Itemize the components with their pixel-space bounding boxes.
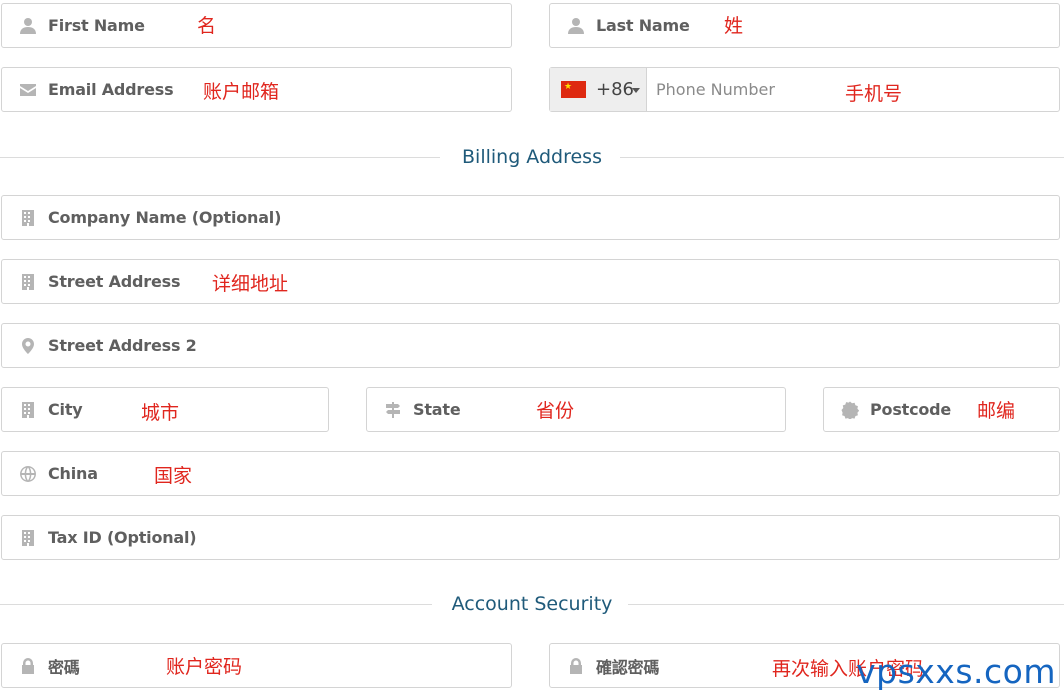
last-name-placeholder: Last Name bbox=[596, 16, 690, 35]
company-field[interactable]: Company Name (Optional) bbox=[1, 195, 1060, 240]
postcode-note: 邮编 bbox=[977, 400, 1016, 422]
watermark-text: vpsxxs.com bbox=[856, 652, 1056, 691]
country-note: 国家 bbox=[154, 465, 193, 487]
lock-icon bbox=[19, 644, 37, 687]
city-placeholder: City bbox=[48, 400, 83, 419]
billing-section-title: Billing Address bbox=[462, 146, 602, 168]
map-marker-icon bbox=[19, 324, 37, 367]
globe-icon bbox=[19, 452, 37, 495]
confirm-password-placeholder: 確認密碼 bbox=[596, 657, 660, 677]
email-placeholder: Email Address bbox=[48, 80, 174, 99]
state-placeholder: State bbox=[413, 400, 461, 419]
postcode-field[interactable]: Postcode bbox=[823, 387, 1060, 432]
street-address-field[interactable]: Street Address bbox=[1, 259, 1060, 304]
phone-placeholder: Phone Number bbox=[656, 80, 775, 99]
china-flag-icon: ★ bbox=[561, 81, 586, 98]
password-note: 账户密码 bbox=[166, 656, 243, 678]
street-address-placeholder: Street Address bbox=[48, 272, 181, 291]
first-name-note: 名 bbox=[197, 15, 217, 37]
building-icon bbox=[19, 516, 37, 559]
security-section-header: Account Security bbox=[0, 589, 1064, 619]
building-icon bbox=[19, 260, 37, 303]
password-placeholder: 密碼 bbox=[48, 657, 80, 677]
tax-id-placeholder: Tax ID (Optional) bbox=[48, 528, 197, 547]
email-note: 账户邮箱 bbox=[203, 81, 280, 103]
envelope-icon bbox=[19, 68, 37, 111]
phone-note: 手机号 bbox=[845, 83, 903, 105]
building-icon bbox=[19, 388, 37, 431]
state-field[interactable]: State bbox=[366, 387, 786, 432]
user-icon bbox=[567, 4, 585, 47]
billing-section-header: Billing Address bbox=[0, 142, 1064, 172]
street-address-2-field[interactable]: Street Address 2 bbox=[1, 323, 1060, 368]
country-code-label: +86 bbox=[596, 79, 634, 100]
company-placeholder: Company Name (Optional) bbox=[48, 208, 282, 227]
country-code-dropdown[interactable]: ★ +86 bbox=[550, 68, 647, 111]
first-name-placeholder: First Name bbox=[48, 16, 145, 35]
last-name-field[interactable]: Last Name bbox=[549, 3, 1060, 48]
building-icon bbox=[19, 196, 37, 239]
state-note: 省份 bbox=[536, 400, 575, 422]
security-section-title: Account Security bbox=[451, 593, 613, 615]
postcode-placeholder: Postcode bbox=[870, 400, 952, 419]
street-address-note: 详细地址 bbox=[212, 273, 289, 295]
tax-id-field[interactable]: Tax ID (Optional) bbox=[1, 515, 1060, 560]
password-field[interactable]: 密碼 bbox=[1, 643, 512, 688]
city-note: 城市 bbox=[141, 402, 180, 424]
phone-field[interactable]: ★ +86 Phone Number bbox=[549, 67, 1060, 112]
signpost-icon bbox=[384, 388, 402, 431]
user-icon bbox=[19, 4, 37, 47]
street-address-2-placeholder: Street Address 2 bbox=[48, 336, 197, 355]
last-name-note: 姓 bbox=[724, 15, 744, 37]
caret-down-icon bbox=[632, 87, 640, 93]
first-name-field[interactable]: First Name bbox=[1, 3, 512, 48]
certificate-icon bbox=[841, 388, 859, 431]
country-value: China bbox=[48, 464, 98, 483]
lock-icon bbox=[567, 644, 585, 687]
